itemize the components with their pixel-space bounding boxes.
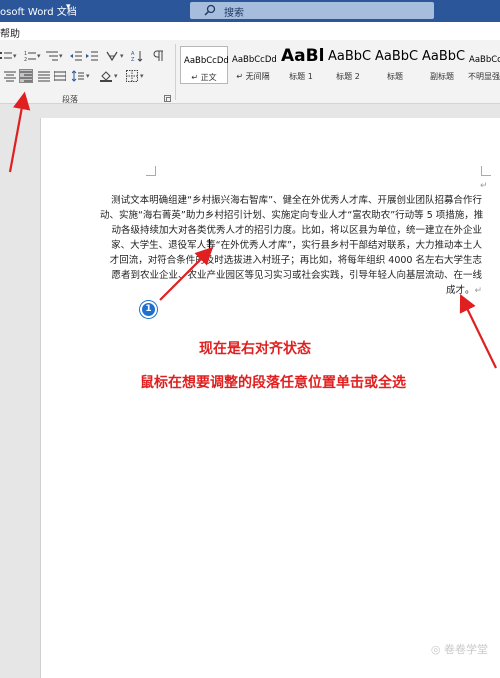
chevron-down-icon[interactable]: ▾ <box>120 52 124 60</box>
style-name: 标题 <box>387 72 403 81</box>
ribbon-separator <box>175 44 176 100</box>
margin-corner-mark <box>481 166 491 176</box>
paragraph-mark: ↵ <box>474 286 482 296</box>
paragraph-line-last: 成才。↵ <box>100 283 482 298</box>
paragraph-line: 家、大学生、退役军人等“在外优秀人才库”，实行县乡村干部结对联系，大力推动本土人 <box>111 240 482 251</box>
style-sample: AaBbC <box>422 49 465 64</box>
body-paragraph[interactable]: 测试文本明确组建“乡村振兴海右智库”、健全在外优秀人才库、开展创业团队招募合作行… <box>100 193 484 298</box>
paragraph-mark: ↵ <box>480 181 488 191</box>
align-right-icon <box>20 71 32 82</box>
justify-icon[interactable] <box>38 70 50 82</box>
paragraph-line: 测试文本明确组建“乡村振兴海右智库”、健全在外优秀人才库、开展创业团队招募合作行 <box>111 195 482 206</box>
style-name: ↵ 无间隔 <box>236 72 270 81</box>
style-sample: AaBbC <box>328 49 371 64</box>
style-no-spacing[interactable]: AaBbCcDd ↵ 无间隔 <box>229 46 277 84</box>
step-number-badge: 1 <box>140 301 157 318</box>
shading-icon[interactable] <box>100 70 112 82</box>
paragraph-line: 动、实施“海右菁英”助力乡村招引计划、实施定向专业人才“富农助农”行动等 5 项… <box>100 210 484 221</box>
show-formatting-marks-icon[interactable] <box>152 50 164 62</box>
decrease-indent-icon[interactable] <box>70 50 82 62</box>
annotation-note-1: 现在是右对齐状态 <box>199 341 311 357</box>
style-subtle-emphasis[interactable]: AaBbCcDd 不明显强 <box>466 46 500 84</box>
search-placeholder: 搜索 <box>224 8 244 19</box>
chevron-down-icon[interactable]: ▾ <box>114 72 118 80</box>
menu-tab-help[interactable]: 帮助 <box>0 25 20 40</box>
align-right-button[interactable] <box>19 69 33 83</box>
bullets-list-icon[interactable] <box>0 50 12 62</box>
numbering-list-icon[interactable]: 12 <box>24 50 36 62</box>
style-heading-2[interactable]: AaBbC 标题 2 <box>325 46 371 84</box>
ribbon: ▾ 12 ▾ ▾ ▾ AZ ▾ ▾ ▾ 段落 AaBbCcDd ↵ 正文 AaB… <box>0 40 500 104</box>
title-dropdown-caret[interactable]: ▾ <box>66 2 71 12</box>
style-normal[interactable]: AaBbCcDd ↵ 正文 <box>180 46 229 84</box>
style-sample: AaBbCcDd <box>232 55 277 65</box>
style-name: 副标题 <box>430 72 454 81</box>
style-subtitle[interactable]: AaBbC 副标题 <box>419 46 465 84</box>
chevron-down-icon[interactable]: ▾ <box>59 52 63 60</box>
text-cursor <box>209 239 210 252</box>
watermark: ◎ 卷卷学堂 <box>430 643 488 656</box>
style-sample: AaBbCcDd <box>469 55 500 65</box>
chevron-down-icon[interactable]: ▾ <box>37 52 41 60</box>
increase-indent-icon[interactable] <box>86 50 98 62</box>
paragraph-line: 动各级持续加大对各类优秀人才的招引力度。比如，将以区县为单位，统一建立在外企业 <box>111 225 482 236</box>
style-heading-1[interactable]: AaBl 标题 1 <box>278 46 324 84</box>
asian-layout-icon[interactable] <box>106 50 118 62</box>
paragraph-line: 才回流，对符合条件的及时选拔进入村班子；再比如，将每年组织 4000 名左右大学… <box>109 255 482 266</box>
svg-text:Z: Z <box>131 57 135 62</box>
search-icon <box>204 4 216 16</box>
paragraph-dialog-launcher-icon[interactable] <box>164 95 171 102</box>
paragraph-line-text: 成才。 <box>445 285 475 296</box>
margin-corner-mark <box>146 166 156 176</box>
menu-bar: 帮助 <box>0 22 500 40</box>
svg-text:2: 2 <box>24 57 27 62</box>
style-name: 标题 2 <box>336 72 360 81</box>
style-title[interactable]: AaBbC 标题 <box>372 46 418 84</box>
line-spacing-icon[interactable] <box>72 70 84 82</box>
style-name: 不明显强 <box>468 72 500 81</box>
style-sample: AaBl <box>281 46 324 66</box>
annotation-note-2: 鼠标在想要调整的段落任意位置单击或全选 <box>140 375 406 391</box>
style-sample: AaBbC <box>375 49 418 64</box>
align-center-icon[interactable] <box>4 70 16 82</box>
multilevel-list-icon[interactable] <box>46 50 58 62</box>
sort-icon[interactable]: AZ <box>131 50 143 62</box>
paragraph-line: 愿者到农业企业、农业产业园区等见习实习或社会实践，引导年轻人向基层流动、在一线 <box>111 270 482 281</box>
borders-icon[interactable] <box>126 70 138 82</box>
chevron-down-icon[interactable]: ▾ <box>86 72 90 80</box>
distributed-align-icon[interactable] <box>54 70 66 82</box>
style-sample: AaBbCcDd <box>184 56 229 66</box>
chevron-down-icon[interactable]: ▾ <box>140 72 144 80</box>
chevron-down-icon[interactable]: ▾ <box>13 52 17 60</box>
style-name: 标题 1 <box>289 72 313 81</box>
search-box[interactable]: 搜索 <box>190 2 434 19</box>
title-bar: osoft Word 文档 ▾ 搜索 <box>0 0 500 22</box>
style-name: ↵ 正文 <box>191 73 217 82</box>
